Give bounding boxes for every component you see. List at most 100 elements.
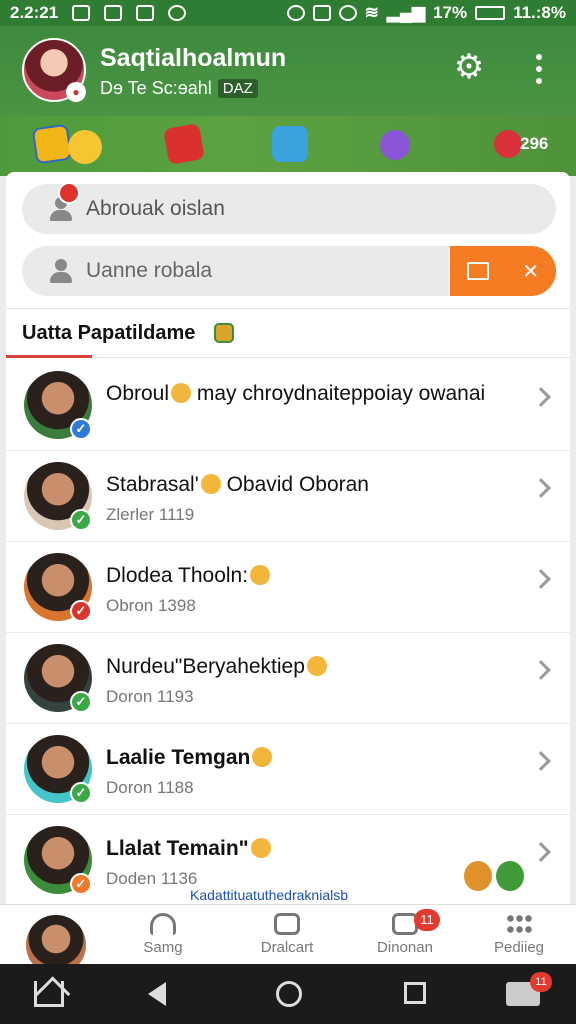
battery-icon bbox=[475, 6, 506, 20]
secondary-search-placeholder: Uanne robala bbox=[86, 259, 213, 282]
bottom-nav: Samg Dralcart Dinonan 11 Pediieg bbox=[0, 904, 576, 977]
mail-icon bbox=[136, 5, 155, 21]
nav-label: Dralcart bbox=[260, 939, 314, 956]
game-icon[interactable]: 11 bbox=[506, 972, 552, 1006]
profile-name: Saqtialhoalmun bbox=[100, 44, 287, 72]
photo-icon bbox=[104, 5, 123, 21]
contact-row[interactable]: ✓ Laalie Temgan Doron 1188 bbox=[6, 724, 570, 815]
sticker-icon bbox=[464, 861, 492, 891]
nav-label: Dinonan bbox=[377, 939, 433, 956]
profile-avatar[interactable]: ● bbox=[22, 38, 86, 102]
contact-subtitle: Zlerler 1119 bbox=[106, 505, 195, 524]
contacts-card: Abrouak oislan Uanne robala ✕ Uatta Papa… bbox=[6, 172, 570, 904]
emoji-icon bbox=[250, 838, 271, 858]
verified-check-icon: ✓ bbox=[70, 873, 92, 895]
chevron-right-icon[interactable] bbox=[531, 387, 551, 407]
battery-percent: 17% bbox=[433, 3, 468, 22]
sticker-icons bbox=[464, 861, 524, 893]
nav-item-dralcart[interactable]: Dralcart bbox=[242, 913, 332, 963]
nav-item-dinonan[interactable]: Dinonan 11 bbox=[360, 909, 450, 963]
person-icon bbox=[48, 259, 74, 283]
back-icon[interactable] bbox=[148, 982, 166, 1006]
notes-icon[interactable] bbox=[163, 123, 205, 165]
gear-icon[interactable]: ⚙ bbox=[452, 50, 486, 84]
chevron-right-icon[interactable] bbox=[531, 842, 551, 862]
sync-icon bbox=[338, 5, 357, 21]
contact-link[interactable]: Kadattituatuthedraknialsb bbox=[190, 887, 348, 903]
hearts-icon[interactable] bbox=[494, 130, 522, 158]
status-pin-icon: ● bbox=[66, 82, 86, 102]
primary-search-field[interactable]: Abrouak oislan bbox=[22, 184, 556, 234]
vibrate-icon bbox=[312, 5, 331, 21]
message-count-badge: 11 bbox=[414, 909, 440, 931]
nav-item-samg[interactable]: Samg bbox=[118, 913, 208, 963]
section-badge-icon bbox=[214, 323, 234, 343]
contact-name: Laalie Temgan bbox=[106, 746, 273, 770]
search-actions: ✕ bbox=[450, 246, 556, 296]
alert-badge-icon bbox=[58, 182, 80, 204]
contact-row[interactable]: ✓ Stabrasal' Obavid Oboran Zlerler 1119 bbox=[6, 451, 570, 542]
more-vert-icon[interactable] bbox=[528, 54, 550, 84]
contact-subtitle: Doron 1188 bbox=[106, 778, 194, 797]
contact-row[interactable]: ✓ Llalat Temain" Doden 1136 Kadattituatuthe… bbox=[6, 815, 570, 904]
section-title[interactable]: Uatta Papatildame bbox=[22, 322, 195, 345]
contact-name: Llalat Temain" bbox=[106, 837, 271, 861]
game-count-badge: 11 bbox=[530, 972, 552, 992]
feature-banner: 296 bbox=[0, 116, 576, 176]
contact-list: ✓ Obroul may chroydnaiteppoiay owanai ✓ Sta… bbox=[6, 360, 570, 904]
emoji-icon bbox=[250, 565, 271, 585]
status-time-right: 11.:8% bbox=[513, 3, 566, 22]
contact-name: Dlodea Thooln: bbox=[106, 564, 271, 588]
profile-subtitle-text: Dɘ Te Sc:ɘahl bbox=[100, 78, 212, 98]
wifi-icon: ≋ bbox=[364, 3, 379, 22]
home-circle-icon[interactable] bbox=[276, 981, 302, 1007]
chevron-right-icon[interactable] bbox=[531, 660, 551, 680]
recents-icon[interactable] bbox=[404, 982, 426, 1004]
chevron-right-icon[interactable] bbox=[531, 478, 551, 498]
signal-icon: ▂▄▆ bbox=[386, 3, 426, 22]
verified-check-icon: ✓ bbox=[70, 782, 92, 804]
status-time-left: 2.2:21 bbox=[10, 3, 59, 22]
app-header: ● Saqtialhoalmun Dɘ Te Sc:ɘahl DAZ ⚙ bbox=[0, 26, 576, 116]
alarm-icon bbox=[286, 5, 305, 21]
emoji-icon bbox=[306, 656, 327, 676]
secondary-search-field[interactable]: Uanne robala ✕ bbox=[22, 246, 556, 296]
apps-icon bbox=[506, 913, 532, 935]
contact-subtitle: Doron 1193 bbox=[106, 687, 194, 706]
home-icon[interactable] bbox=[34, 981, 64, 1007]
contact-row[interactable]: ✓ Obroul may chroydnaiteppoiay owanai bbox=[6, 360, 570, 451]
briefcase-icon bbox=[72, 5, 91, 21]
contact-name: Stabrasal' Obavid Oboran bbox=[106, 473, 369, 496]
contact-row[interactable]: ✓ Dlodea Thooln: Obron 1398 bbox=[6, 542, 570, 633]
stickers-icon[interactable] bbox=[31, 123, 73, 165]
close-icon[interactable]: ✕ bbox=[522, 259, 539, 284]
chevron-right-icon[interactable] bbox=[531, 751, 551, 771]
notification-icon bbox=[168, 5, 187, 21]
inbox-icon[interactable] bbox=[466, 262, 489, 280]
contact-name: Nurdeu"Beryahektiep bbox=[106, 655, 327, 679]
voice-icon[interactable] bbox=[380, 130, 410, 160]
nav-label: Pediieg bbox=[493, 939, 545, 956]
tasks-icon[interactable] bbox=[272, 126, 308, 162]
verified-check-icon: ✓ bbox=[70, 691, 92, 713]
home-icon bbox=[150, 913, 176, 935]
contact-subtitle: Obron 1398 bbox=[106, 596, 196, 615]
section-header: Uatta Papatildame bbox=[6, 308, 570, 358]
nav-item-pediieg[interactable]: Pediieg bbox=[474, 913, 564, 963]
smiley-icon[interactable] bbox=[68, 130, 102, 164]
verified-check-icon: ✓ bbox=[70, 600, 92, 622]
verified-check-icon: ✓ bbox=[70, 509, 92, 531]
profile-subtitle: Dɘ Te Sc:ɘahl DAZ bbox=[100, 78, 258, 99]
status-bar: 2.2:21 ≋ ▂▄▆ 17% 11.:8% bbox=[0, 0, 576, 26]
hearts-count: 296 bbox=[520, 134, 549, 153]
system-nav-bar: 11 bbox=[0, 964, 576, 1024]
sticker-icon bbox=[496, 861, 524, 891]
tab-underline bbox=[6, 355, 92, 358]
contact-row[interactable]: ✓ Nurdeu"Beryahektiep Doron 1193 bbox=[6, 633, 570, 724]
emoji-icon bbox=[252, 747, 273, 767]
profile-tag: DAZ bbox=[217, 79, 258, 98]
emoji-icon bbox=[171, 383, 192, 403]
contact-name: Obroul may chroydnaiteppoiay owanai bbox=[106, 382, 486, 405]
nav-label: Samg bbox=[143, 939, 183, 956]
chevron-right-icon[interactable] bbox=[531, 569, 551, 589]
